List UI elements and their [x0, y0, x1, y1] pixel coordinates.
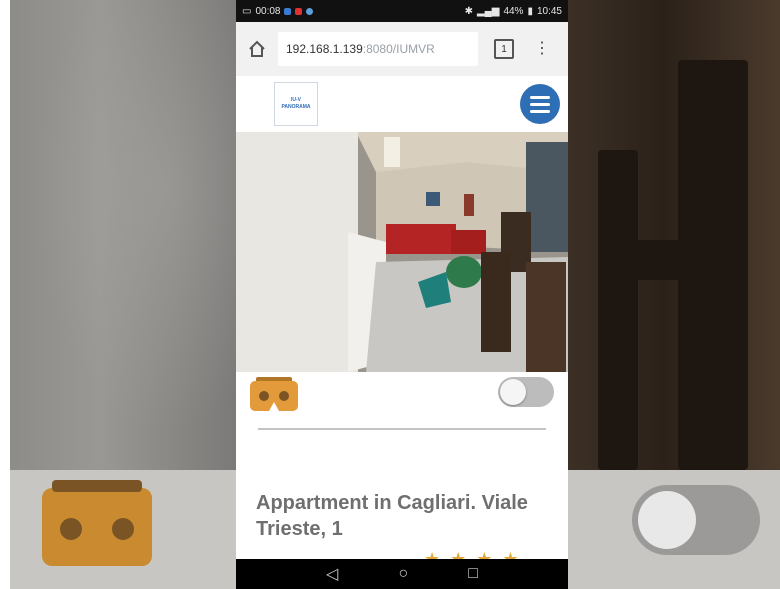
notification-icon [306, 7, 314, 15]
back-triangle-icon[interactable]: ◁ [326, 564, 338, 584]
vr-mode-toggle[interactable] [498, 377, 554, 407]
battery-icon: ▮ [527, 5, 533, 17]
notification-icon [295, 7, 303, 15]
status-bar: ▭ 00:08 ✱ ▂▄▆ 44% ▮ 10:45 [236, 0, 568, 22]
tab-count-button[interactable]: 1 [494, 39, 514, 59]
status-time-left: 00:08 [255, 5, 281, 17]
tab-count: 1 [501, 43, 507, 55]
panorama-viewer[interactable] [236, 132, 568, 372]
blurred-dining-right [568, 0, 780, 470]
cardboard-vr-icon[interactable] [250, 377, 298, 411]
url-path: :8080/IUMVR [362, 42, 435, 56]
url-host: 192.168.1.139 [286, 42, 363, 56]
site-logo[interactable]: IU-V PANORAMA [274, 82, 318, 126]
signal-icon: ▂▄▆ [476, 5, 500, 17]
battery-percent: 44% [503, 5, 524, 17]
home-circle-icon[interactable]: ○ [398, 565, 408, 583]
status-time-right: 10:45 [536, 5, 562, 17]
toggle-knob [500, 379, 526, 405]
bluetooth-icon: ✱ [464, 5, 473, 17]
blurred-vr-icon [42, 480, 152, 566]
viewer-controls [236, 372, 568, 432]
cast-icon: ▭ [242, 5, 252, 17]
listing-title: Appartment in Cagliari. Viale Trieste, 1 [256, 492, 528, 540]
hamburger-menu-button[interactable] [520, 84, 560, 124]
browser-toolbar: 192.168.1.139:8080/IUMVR 1 ⋮ [236, 22, 568, 76]
home-icon[interactable] [244, 36, 270, 62]
more-vert-icon[interactable]: ⋮ [534, 41, 550, 57]
logo-text: IU-V [291, 97, 301, 103]
site-header: IU-V PANORAMA [236, 76, 568, 132]
frame-edge [0, 0, 10, 589]
notification-icon [284, 7, 292, 15]
blurred-toggle [632, 485, 760, 555]
divider [258, 428, 546, 430]
logo-text: PANORAMA [281, 104, 311, 110]
blurred-light [10, 0, 236, 470]
panorama-image [236, 132, 568, 372]
phone-screen: ▭ 00:08 ✱ ▂▄▆ 44% ▮ 10:45 192.168.1.139:… [236, 0, 568, 589]
recents-square-icon[interactable]: □ [468, 565, 478, 583]
android-nav-bar: ◁ ○ □ [236, 559, 568, 589]
address-bar[interactable]: 192.168.1.139:8080/IUMVR [278, 32, 478, 66]
